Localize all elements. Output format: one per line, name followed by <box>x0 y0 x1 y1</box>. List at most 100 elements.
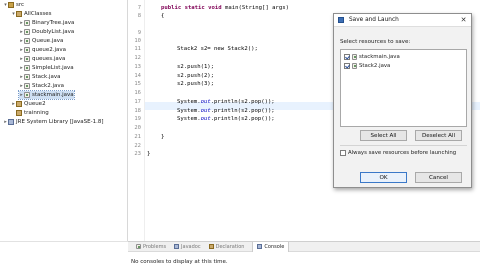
tree-item-queues[interactable]: ▸ queues.java <box>19 55 65 63</box>
console-icon <box>257 244 263 249</box>
code-text: System. <box>177 99 201 105</box>
tree-item-queue[interactable]: ▸ Queue.java <box>19 37 63 45</box>
always-save-label: Always save resources before launching <box>348 150 457 156</box>
code-field: out <box>200 116 211 122</box>
tree-item-stack[interactable]: ▸ Stack.java <box>19 73 61 81</box>
resource-list[interactable]: stackmain.java Stack2.java <box>340 49 467 127</box>
line-number: 10 <box>134 38 141 44</box>
code-line: s2.push(2); <box>177 73 215 79</box>
java-file-icon <box>24 83 30 89</box>
javadoc-icon <box>174 244 180 249</box>
code-text: System. <box>177 116 201 122</box>
explorer-bottom-panel <box>0 241 128 270</box>
always-save-option[interactable]: Always save resources before launching <box>340 150 456 156</box>
dialog-title: Save and Launch <box>349 17 399 23</box>
select-all-button[interactable]: Select All <box>360 130 407 141</box>
problems-icon <box>136 244 141 249</box>
tree-item-jre-library[interactable]: ▸ JRE System Library [JavaSE-1.8] <box>3 118 104 126</box>
tree-item-stack2[interactable]: ▸ Stack2.java <box>19 82 64 90</box>
close-icon[interactable]: ✕ <box>459 16 468 25</box>
java-file-icon <box>24 38 30 44</box>
line-number: 17 <box>134 99 141 105</box>
code-line: { <box>161 13 165 19</box>
line-number: 23 <box>134 151 141 157</box>
java-file-icon <box>352 63 357 69</box>
eclipse-icon <box>338 17 344 23</box>
tab-label: Declaration <box>215 243 245 250</box>
resource-label: stackmain.java <box>359 54 400 60</box>
resource-item[interactable]: Stack2.java <box>344 62 390 70</box>
source-folder-icon <box>8 2 14 8</box>
tree-item-label: queues.java <box>32 56 66 62</box>
java-file-icon <box>24 56 30 62</box>
tab-label: Javadoc <box>181 243 201 250</box>
line-number: 12 <box>134 55 141 61</box>
java-file-icon <box>24 29 30 35</box>
code-line: System.out.println(s2.pop()); <box>177 116 275 122</box>
library-icon <box>8 119 14 125</box>
declaration-icon <box>208 244 214 249</box>
line-number: 7 <box>137 5 141 11</box>
code-keyword: public static void <box>161 5 225 11</box>
line-number-gutter: 7 8 9 10 11 12 13 14 15 16 17 18 19 20 2… <box>128 0 145 241</box>
tab-console[interactable]: Console <box>252 241 290 252</box>
tree-item-queue2[interactable]: ▸ queue2.java <box>19 46 66 54</box>
tree-item-queue2-package[interactable]: ▸ Queue2 <box>11 100 46 108</box>
console-panel: Problems Javadoc Declaration Console No … <box>128 241 480 270</box>
console-tab-bar: Problems Javadoc Declaration Console <box>128 241 480 252</box>
tree-item-label: Queue2 <box>24 101 46 107</box>
tab-javadoc[interactable]: Javadoc <box>174 244 201 250</box>
java-file-icon <box>24 47 30 53</box>
tree-item-src[interactable]: ▾ src <box>3 1 24 9</box>
tab-problems[interactable]: Problems <box>136 244 166 250</box>
save-and-launch-dialog: Save and Launch ✕ Select resources to sa… <box>333 13 472 188</box>
tree-item-label: queue2.java <box>32 47 67 53</box>
console-message: No consoles to display at this time. <box>131 259 228 265</box>
code-text: System. <box>177 108 201 114</box>
code-line: s2.push(3); <box>177 81 215 87</box>
tree-item-label: BinaryTree.java <box>32 20 75 26</box>
code-field: out <box>200 108 211 114</box>
code-field: out <box>200 99 211 105</box>
dialog-title-bar[interactable]: Save and Launch ✕ <box>334 14 471 27</box>
java-file-icon <box>24 20 30 26</box>
dialog-separator <box>340 145 467 146</box>
line-number: 15 <box>134 81 141 87</box>
code-line: } <box>161 134 165 140</box>
tree-item-stackmain[interactable]: ▸ stackmain.java <box>18 90 75 100</box>
line-number: 21 <box>134 134 141 140</box>
tree-item-label: AllClasses <box>24 11 52 17</box>
resource-checkbox[interactable] <box>344 54 350 60</box>
tab-label: Problems <box>143 243 167 250</box>
code-text: .println(s2.pop()); <box>210 116 275 122</box>
line-number: 8 <box>137 13 141 19</box>
tree-item-label: trainning <box>24 110 49 116</box>
line-number: 18 <box>134 108 141 114</box>
tree-item-label: Queue.java <box>32 38 64 44</box>
line-number: 11 <box>134 46 141 52</box>
resource-item[interactable]: stackmain.java <box>344 53 400 61</box>
tree-item-label: Stack.java <box>32 74 61 80</box>
code-line: public static void main(String[] args) <box>161 5 289 11</box>
line-number: 13 <box>134 64 141 70</box>
resource-label: Stack2.java <box>359 63 391 69</box>
tab-label: Console <box>264 243 285 250</box>
tab-declaration[interactable]: Declaration <box>208 243 245 250</box>
code-text: .println(s2.pop()); <box>210 108 275 114</box>
code-line: } <box>147 151 151 157</box>
tree-item-trainning[interactable]: trainning <box>11 109 49 117</box>
tree-item-simplelist[interactable]: ▸ SimpleList.java <box>19 64 74 72</box>
ok-button[interactable]: OK <box>360 172 407 183</box>
deselect-all-button[interactable]: Deselect All <box>415 130 462 141</box>
tree-item-label: SimpleList.java <box>32 65 74 71</box>
tree-item-label: src <box>16 2 25 8</box>
always-save-checkbox[interactable] <box>340 150 346 156</box>
dialog-prompt: Select resources to save: <box>340 39 411 45</box>
cancel-button[interactable]: Cancel <box>415 172 462 183</box>
line-number: 16 <box>134 90 141 96</box>
package-icon <box>16 101 22 107</box>
resource-checkbox[interactable] <box>344 63 350 69</box>
tree-item-doublylist[interactable]: ▸ DoublyList.java <box>19 28 74 36</box>
tree-item-allclasses[interactable]: ▾ AllClasses <box>11 10 52 18</box>
tree-item-binarytree[interactable]: ▸ BinaryTree.java <box>19 19 74 27</box>
